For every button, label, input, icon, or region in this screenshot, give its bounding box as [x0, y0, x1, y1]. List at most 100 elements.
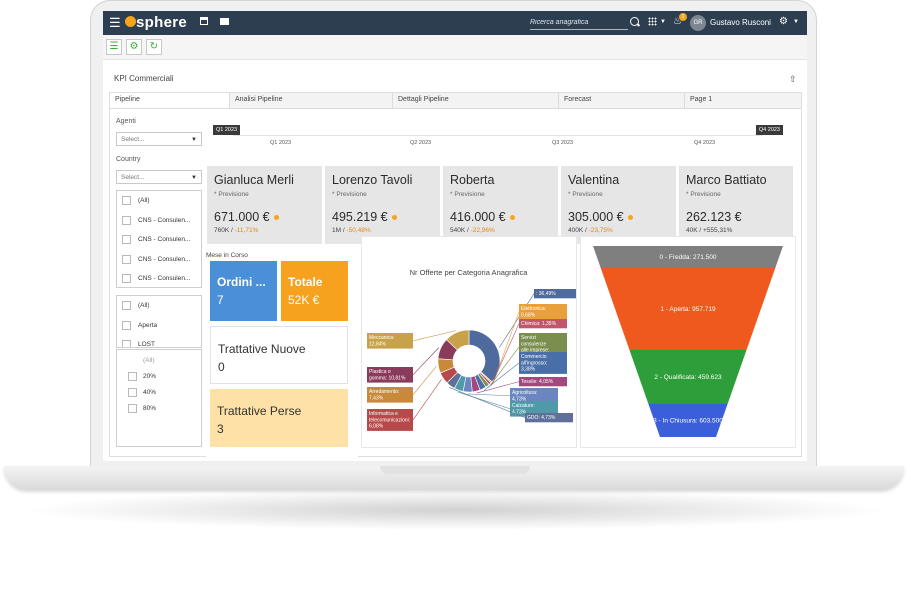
report-canvas: Pipeline Analisi Pipeline Dettagli Pipel…: [109, 92, 802, 457]
timeline-tick: Q3 2023: [552, 140, 574, 146]
chevron-down-icon: ▼: [191, 175, 197, 181]
avatar[interactable]: GR: [690, 15, 706, 31]
agent-subtitle: * Previsione: [686, 191, 721, 198]
page-title: KPI Commerciali: [114, 74, 174, 83]
checkbox[interactable]: [122, 215, 131, 225]
agent-card[interactable]: Lorenzo Tavoli * Previsione 495.219 € 1M…: [325, 166, 440, 244]
filter-option[interactable]: Aperta: [117, 316, 201, 336]
country-select[interactable]: Select... ▼: [116, 170, 202, 184]
tab-forecast[interactable]: Forecast: [559, 93, 685, 108]
filter-option[interactable]: (All): [117, 191, 201, 211]
agent-name: Gianluca Merli: [214, 173, 294, 187]
checkbox[interactable]: [122, 301, 131, 310]
checkbox[interactable]: [128, 388, 137, 397]
search-input[interactable]: [530, 15, 628, 30]
tab-analisi-pipeline[interactable]: Analisi Pipeline: [230, 93, 393, 108]
filter-option[interactable]: 40%: [117, 385, 201, 401]
timeline-tick: Q2 2023: [410, 140, 432, 146]
timeline-end-handle[interactable]: Q4 2023: [755, 125, 783, 135]
totale-tile[interactable]: Totale 52K €: [281, 261, 348, 321]
funnel-chart[interactable]: 0 - Fredda: 271.500 1 - Aperta: 957.719 2 …: [581, 237, 795, 447]
agent-target: 40K / +555,31%: [686, 227, 733, 234]
agent-card[interactable]: Valentina * Previsione 305.000 € 400K / …: [561, 166, 676, 244]
brand-logo[interactable]: sphere: [136, 14, 187, 31]
timeline-tick: Q4 2023: [694, 140, 716, 146]
status-dot-icon: [273, 215, 279, 221]
filter-option[interactable]: (All): [117, 296, 201, 316]
tab-dettagli-pipeline[interactable]: Dettagli Pipeline: [393, 93, 559, 108]
agent-target: 760K / -11,71%: [214, 227, 259, 234]
checkbox[interactable]: [122, 235, 131, 244]
mail-icon[interactable]: [220, 18, 229, 25]
hamburger-menu-icon[interactable]: ☰: [109, 16, 121, 29]
funnel-stage-label: 1 - Aperta: 957.719: [660, 306, 716, 313]
month-section-label: Mese in Corso: [206, 252, 248, 259]
filter-option[interactable]: 20%: [117, 369, 201, 385]
list-view-button[interactable]: ☰: [106, 39, 122, 55]
tab-page-1[interactable]: Page 1: [685, 93, 801, 108]
checkbox[interactable]: [122, 320, 131, 330]
agent-card[interactable]: Roberta * Previsione 416.000 € 540K / -2…: [443, 166, 558, 244]
filter-option[interactable]: CNS - Consulen...: [117, 211, 201, 231]
filter-option[interactable]: CNS - Consulen...: [117, 269, 201, 287]
search-icon[interactable]: [630, 17, 639, 26]
pie-label: : 36,49%: [536, 291, 556, 297]
donut-chart-panel: Nr Offerte per Categoria Anagrafica : 36…: [361, 236, 577, 448]
status-dot-icon: [627, 215, 633, 221]
user-name[interactable]: Gustavo Rusconi: [710, 18, 771, 27]
filter-option[interactable]: 80%: [117, 401, 201, 417]
agent-subtitle: * Previsione: [450, 191, 485, 198]
pie-label: Chimica: 1,35%: [521, 321, 557, 327]
checkbox[interactable]: [128, 404, 137, 413]
funnel-stage-label: 0 - Fredda: 271.500: [659, 254, 716, 261]
checkbox[interactable]: [122, 340, 131, 347]
trattative-nuove-tile[interactable]: Trattative Nuove 0: [210, 326, 348, 384]
status-dot-icon: [391, 215, 397, 221]
filter-option[interactable]: (All): [117, 353, 201, 369]
checkbox[interactable]: [122, 196, 131, 205]
ordini-title: Ordini ...: [217, 275, 266, 289]
filter-option[interactable]: CNS - Consulen...: [117, 250, 201, 270]
date-range-slider[interactable]: Q1 2023 Q4 2023 Q1 2023 Q2 2023 Q3 2023 …: [213, 125, 783, 153]
chevron-down-icon[interactable]: ▼: [660, 19, 666, 25]
checkbox[interactable]: [128, 372, 137, 381]
pie-slice[interactable]: [468, 329, 501, 383]
timeline-track: [233, 135, 763, 136]
agent-subtitle: * Previsione: [332, 191, 367, 198]
ordini-tile[interactable]: Ordini ... 7: [210, 261, 277, 321]
trattative-perse-value: 3: [217, 422, 224, 436]
totale-value: 52K €: [288, 293, 320, 307]
filter-option[interactable]: LOST: [117, 335, 201, 347]
share-icon[interactable]: ⇧: [789, 74, 797, 85]
donut-chart[interactable]: : 36,49%Elettronica: 0,68%Chimica: 1,35%S…: [362, 237, 576, 447]
agent-forecast-value: 305.000 €: [568, 210, 633, 224]
notification-badge: 1: [679, 13, 687, 21]
settings-button[interactable]: ⚙: [126, 39, 142, 55]
report-tabs: Pipeline Analisi Pipeline Dettagli Pipel…: [110, 93, 801, 109]
funnel-chart-panel: 0 - Fredda: 271.500 1 - Aperta: 957.719 2 …: [580, 236, 796, 448]
agent-subtitle: * Previsione: [568, 191, 603, 198]
agent-card[interactable]: Marco Battiato * Previsione 262.123 € 40…: [679, 166, 793, 244]
tab-pipeline[interactable]: Pipeline: [110, 93, 230, 108]
checkbox[interactable]: [122, 274, 131, 283]
agent-forecast-value: 262.123 €: [686, 210, 742, 224]
apps-grid-icon[interactable]: [648, 17, 657, 26]
app-screen: ☰ sphere ▼ ♨ 1 GR Gustavo Rusconi ⚙ ▼ ☰ …: [103, 11, 807, 461]
toolbar: ☰ ⚙ ↻: [103, 35, 807, 60]
filter-option[interactable]: CNS - Consulen...: [117, 230, 201, 250]
agenti-label: Agenti: [116, 118, 136, 125]
funnel-stage-label: 2 - Qualificata: 459.623: [654, 374, 722, 381]
agent-card[interactable]: Gianluca Merli * Previsione 671.000 € 76…: [207, 166, 322, 244]
settings-icon[interactable]: ⚙: [779, 16, 788, 27]
agent-forecast-value: 416.000 €: [450, 210, 515, 224]
calendar-icon[interactable]: [200, 17, 208, 25]
refresh-button[interactable]: ↻: [146, 39, 162, 55]
trattative-nuove-title: Trattative Nuove: [218, 342, 306, 356]
timeline-start-handle[interactable]: Q1 2023: [213, 125, 241, 135]
chevron-down-icon[interactable]: ▼: [793, 19, 799, 25]
trattative-perse-tile[interactable]: Trattative Perse 3: [210, 389, 348, 447]
funnel-stage-label: 3 - In Chiusura: 603.500: [653, 418, 723, 425]
checkbox[interactable]: [122, 254, 131, 264]
agent-subtitle: * Previsione: [214, 191, 249, 198]
agenti-select[interactable]: Select... ▼: [116, 132, 202, 146]
